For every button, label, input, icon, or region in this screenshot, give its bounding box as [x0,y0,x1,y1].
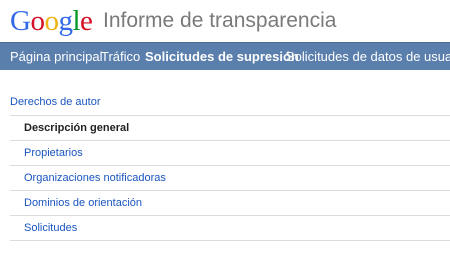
transparency-report-page: Google Informe de transparencia Página p… [0,0,450,253]
menu-item-overview[interactable]: Descripción general [10,116,450,141]
logo-letter-o1: o [30,5,45,37]
menu-item-reporting-organizations[interactable]: Organizaciones notificadoras [10,166,450,191]
header: Google Informe de transparencia [0,0,450,42]
nav-item-removal-requests[interactable]: Solicitudes de supresión [145,43,299,70]
menu-item-label: Descripción general [24,122,130,134]
menu-item-label: Dominios de orientación [24,197,143,209]
logo-letter-l: l [72,5,81,37]
logo-letter-o2: o [44,5,59,37]
product-title: Informe de transparencia [103,9,337,32]
main-nav: Página principal Tráfico Solicitudes de … [0,42,450,70]
logo-letter-e: e [80,5,93,37]
menu-item-owners[interactable]: Propietarios [10,141,450,166]
menu-item-label: Solicitudes [24,222,78,234]
nav-item-traffic[interactable]: Tráfico [101,43,140,70]
logo-letter-g2: g [58,5,73,37]
section-menu: Descripción general Propietarios Organiz… [10,115,450,241]
breadcrumb-copyright[interactable]: Derechos de autor [10,95,101,109]
menu-item-label: Propietarios [24,147,83,159]
menu-item-requests[interactable]: Solicitudes [10,216,450,241]
menu-item-specified-domains[interactable]: Dominios de orientación [10,191,450,216]
google-logo[interactable]: Google [10,4,93,38]
nav-item-home[interactable]: Página principal [10,43,103,70]
menu-item-label: Organizaciones notificadoras [24,172,166,184]
logo-letter-g: G [10,5,31,37]
nav-item-user-data-requests[interactable]: Solicitudes de datos de usuario [286,43,450,70]
